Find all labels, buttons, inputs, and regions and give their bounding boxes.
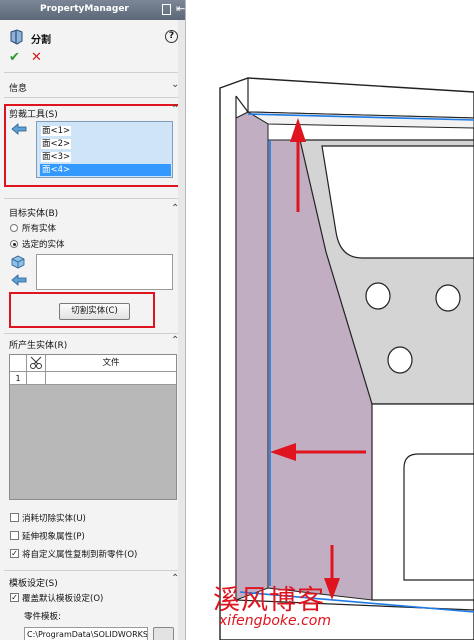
- selection-arrow-icon: [11, 274, 27, 286]
- scissors-icon: [30, 356, 42, 369]
- feature-name: 分割: [31, 35, 51, 46]
- radio-selected-bodies[interactable]: [10, 240, 18, 248]
- checkbox-override-template[interactable]: ✓: [10, 593, 19, 602]
- checkbox-label: 消耗切除实体(U): [22, 514, 86, 524]
- ok-checkmark-icon[interactable]: ✔: [9, 50, 20, 65]
- header-cell: [27, 355, 46, 372]
- divider: [4, 72, 182, 73]
- list-item[interactable]: 面<2>: [40, 138, 171, 150]
- list-item[interactable]: 面<3>: [40, 151, 171, 163]
- divider: [4, 570, 182, 571]
- radio-label: 选定的实体: [22, 240, 65, 250]
- checkbox-label: 覆盖默认模板设定(O): [22, 594, 104, 604]
- browse-button[interactable]: [153, 627, 174, 640]
- checkbox-copy-custom-properties[interactable]: ✓: [10, 549, 19, 558]
- hole: [387, 346, 413, 374]
- list-item[interactable]: 面<1>: [40, 125, 171, 137]
- hole: [365, 282, 391, 310]
- watermark-url: xifengboke.com: [219, 613, 331, 629]
- checkbox-label: 延伸视象属性(P): [22, 532, 85, 542]
- collapse-arrow-icon[interactable]: ⇤: [176, 3, 185, 15]
- table-row[interactable]: 1: [10, 372, 176, 385]
- watermark-text: 溪风博客: [213, 585, 325, 616]
- resulting-bodies-table: 文件 1: [9, 354, 177, 500]
- cancel-x-icon[interactable]: ✕: [31, 50, 42, 65]
- pushpin-icon[interactable]: [162, 4, 171, 15]
- cube-icon: [11, 255, 25, 269]
- divider: [4, 333, 182, 334]
- selection-arrow-icon: [11, 123, 27, 135]
- checkbox-label: 将自定义属性复制到新零件(O): [22, 550, 138, 560]
- part-template-path-field[interactable]: C:\ProgramData\SOLIDWORKS: [24, 627, 148, 640]
- section-title-resulting-bodies[interactable]: 所产生实体(R): [9, 338, 67, 351]
- panel-titlebar: PropertyManager ⇤: [0, 0, 185, 20]
- row-index: 1: [10, 372, 27, 385]
- checkbox-consume-cut-bodies[interactable]: [10, 513, 19, 522]
- section-title-template-settings[interactable]: 模板设定(S): [9, 576, 58, 589]
- graphics-viewport[interactable]: [186, 0, 474, 640]
- panel-title: PropertyManager: [40, 4, 129, 14]
- part-template-label: 零件模板:: [24, 612, 61, 622]
- table-header: 文件: [10, 355, 176, 372]
- section-title-target-bodies[interactable]: 目标实体(B): [9, 206, 58, 219]
- list-item-selected[interactable]: 面<4>: [40, 164, 171, 176]
- hole: [435, 284, 461, 312]
- divider: [4, 198, 182, 199]
- model-view: [219, 77, 474, 640]
- lower-cutout: [403, 453, 474, 581]
- section-title-trim-tools[interactable]: 剪裁工具(S): [9, 107, 58, 120]
- selected-face-side: [235, 111, 269, 601]
- panel-scrollbar[interactable]: [178, 20, 185, 640]
- section-title-info[interactable]: 信息: [9, 81, 27, 94]
- radio-all-bodies[interactable]: [10, 224, 18, 232]
- selected-bodies-list[interactable]: [36, 254, 173, 290]
- trim-tools-list[interactable]: 面<1> 面<2> 面<3> 面<4>: [36, 121, 173, 178]
- radio-label: 所有实体: [22, 224, 57, 234]
- header-cell: [10, 355, 27, 372]
- help-icon[interactable]: ?: [165, 30, 178, 43]
- split-feature-icon: [10, 29, 23, 45]
- property-manager-panel: PropertyManager ⇤ 分割 ? ✔ ✕ 信息 ⌄ 剪裁工具(S) …: [0, 0, 186, 640]
- web-cutout: [321, 145, 474, 259]
- row-checkbox-cell[interactable]: [27, 372, 46, 385]
- cut-bodies-button[interactable]: 切割实体(C): [59, 303, 130, 320]
- checkbox-propagate-visual-properties[interactable]: [10, 531, 19, 540]
- column-header-file: 文件: [102, 358, 120, 368]
- divider: [4, 97, 182, 98]
